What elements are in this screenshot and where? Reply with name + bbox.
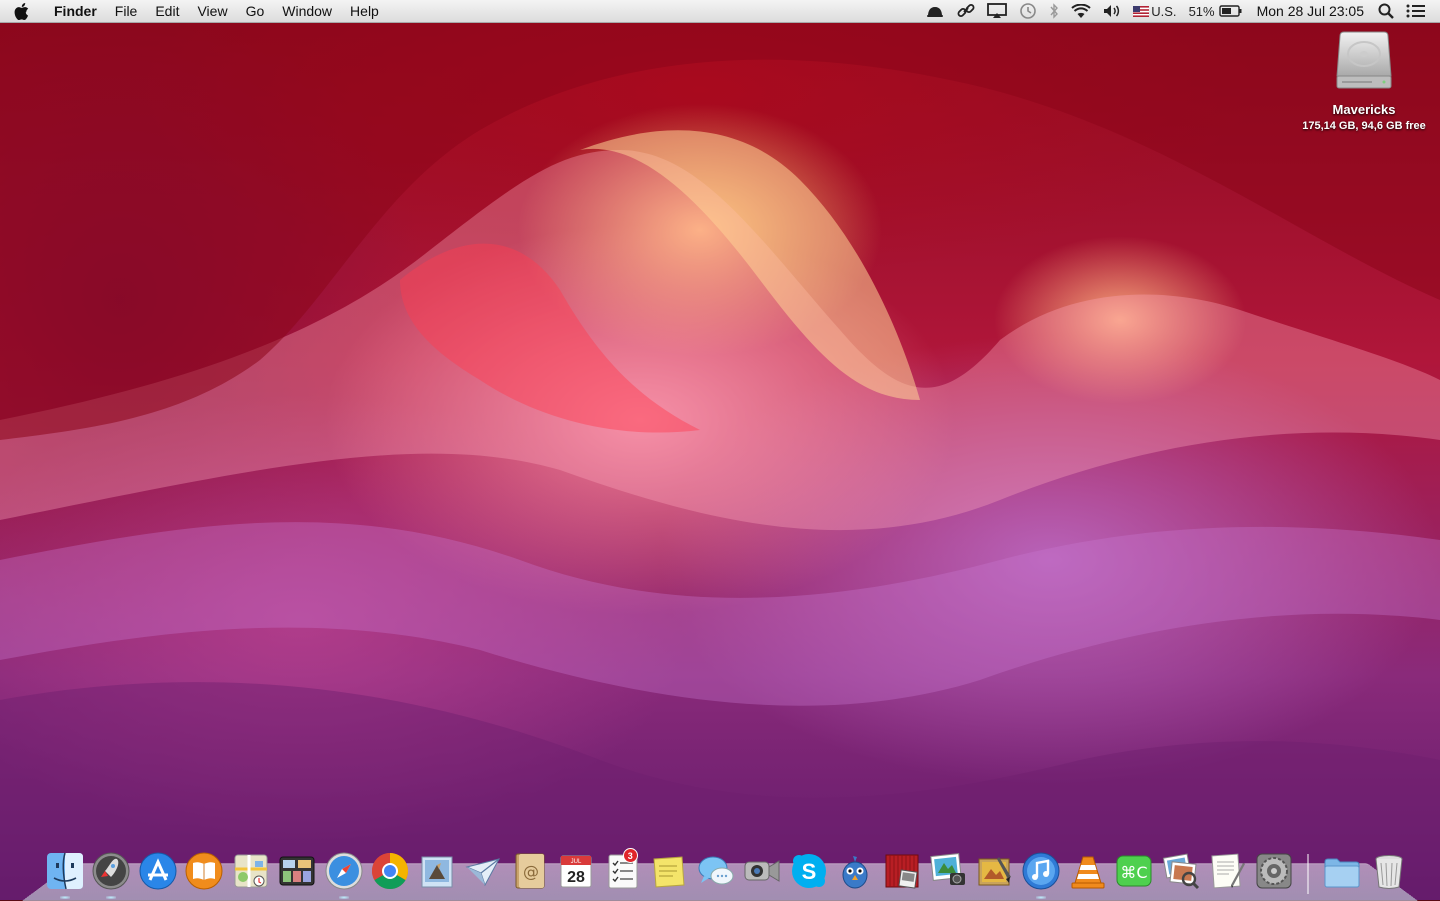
airplay-icon[interactable]: [987, 3, 1008, 19]
menu-file[interactable]: File: [106, 0, 147, 22]
menu-view[interactable]: View: [188, 0, 236, 22]
finder-icon: [46, 852, 83, 890]
trash-icon: [1375, 855, 1403, 889]
dock-photo-booth[interactable]: [879, 848, 925, 894]
drive-name: Mavericks: [1332, 102, 1396, 117]
link-status-icon[interactable]: [957, 3, 975, 19]
us-flag-icon: [1133, 5, 1150, 17]
dock-documents-folder[interactable]: [1319, 848, 1365, 894]
desktop-wallpaper: [0, 0, 1440, 900]
dock-launchpad[interactable]: [88, 848, 134, 899]
svg-text:@: @: [523, 862, 539, 881]
folder-icon: [1324, 858, 1360, 888]
notification-center-icon[interactable]: [1406, 4, 1426, 18]
input-source-label: U.S.: [1151, 3, 1177, 19]
stickies-icon: [653, 856, 685, 888]
dock-itunes[interactable]: [1018, 848, 1064, 899]
calendar-icon: JUL 28: [560, 855, 592, 888]
dock-chrome[interactable]: [367, 848, 413, 894]
iphoto-icon: [930, 853, 966, 885]
menu-window[interactable]: Window: [273, 0, 341, 22]
dock-skype[interactable]: S: [786, 848, 832, 894]
svg-text:⌘C: ⌘C: [1121, 863, 1148, 882]
running-indicator: [59, 896, 70, 899]
app-store-icon: [139, 852, 177, 890]
chrome-icon: [372, 853, 409, 890]
dock-safari[interactable]: [321, 848, 367, 899]
itunes-icon: [1022, 852, 1060, 890]
dock-calendar[interactable]: JUL 28: [553, 848, 599, 894]
dock-mission-control[interactable]: [274, 848, 320, 894]
maps-icon: [234, 854, 268, 888]
spotlight-search-icon[interactable]: [1378, 3, 1394, 19]
dock-iphoto[interactable]: [925, 848, 971, 894]
running-indicator: [106, 896, 117, 899]
input-source-menu[interactable]: U.S.: [1133, 3, 1177, 19]
safari-icon: [325, 852, 363, 890]
vlc-icon: [1071, 856, 1105, 889]
skype-icon: S: [791, 854, 826, 888]
photo-booth-icon: [885, 854, 919, 889]
facetime-icon: [744, 860, 780, 882]
dock-maps[interactable]: [228, 848, 274, 894]
dock-cheatsheet[interactable]: ⌘C: [1111, 848, 1157, 894]
drive-capacity: 175,14 GB, 94,6 GB free: [1302, 120, 1426, 132]
battery-icon: [1218, 5, 1242, 17]
dock-system-preferences[interactable]: [1251, 848, 1297, 894]
bluetooth-icon[interactable]: [1049, 3, 1059, 19]
menu-clock[interactable]: Mon 28 Jul 23:05: [1257, 3, 1364, 19]
menu-go[interactable]: Go: [237, 0, 274, 22]
contacts-icon: @: [515, 853, 545, 889]
system-preferences-icon: [1256, 853, 1292, 889]
reminders-badge: 3: [622, 848, 638, 863]
textedit-icon: [1211, 853, 1246, 889]
dock-separator: [1307, 854, 1310, 894]
messages-icon: [698, 856, 734, 885]
desktop-drive[interactable]: Mavericks 175,14 GB, 94,6 GB free: [1296, 30, 1432, 132]
menu-edit[interactable]: Edit: [146, 0, 188, 22]
notification-status-icon[interactable]: [925, 4, 945, 18]
calendar-month-label: JUL: [571, 859, 582, 865]
time-machine-icon[interactable]: [1019, 2, 1037, 20]
dock-tweetbot[interactable]: [832, 848, 878, 894]
dock: @ JUL 28 3 S ⌘C: [42, 842, 1412, 899]
dock-preview[interactable]: [1158, 848, 1204, 894]
dock-ibooks[interactable]: [181, 848, 227, 894]
battery-percent: 51%: [1188, 3, 1215, 19]
mission-control-icon: [279, 856, 315, 886]
mail-icon: [421, 856, 453, 888]
dock-sparrow[interactable]: [460, 848, 506, 894]
hard-drive-icon: [1334, 30, 1394, 92]
tweetbot-icon: [842, 856, 868, 889]
dock-mail[interactable]: [414, 848, 460, 894]
sparrow-icon: [465, 858, 501, 887]
dock-trash[interactable]: [1366, 848, 1412, 894]
menu-help[interactable]: Help: [341, 0, 388, 22]
dock-textedit[interactable]: [1204, 848, 1250, 894]
launchpad-icon: [92, 852, 130, 890]
preview-icon: [1162, 853, 1199, 890]
image-capture-icon: [978, 857, 1011, 886]
dock-messages[interactable]: [693, 848, 739, 894]
dock-facetime[interactable]: [739, 848, 785, 894]
calendar-day-label: 28: [567, 869, 585, 886]
volume-icon[interactable]: [1103, 4, 1121, 18]
running-indicator: [1036, 896, 1047, 899]
dock-vlc[interactable]: [1065, 848, 1111, 894]
battery-menu[interactable]: 51%: [1189, 4, 1243, 19]
ibooks-icon: [185, 852, 223, 890]
dock-contacts[interactable]: @: [507, 848, 553, 894]
dock-reminders[interactable]: 3: [600, 848, 646, 894]
apple-menu-icon[interactable]: [0, 2, 42, 20]
running-indicator: [338, 896, 349, 899]
dock-finder[interactable]: [42, 848, 88, 899]
cheatsheet-icon: ⌘C: [1116, 855, 1152, 887]
menu-app-finder[interactable]: Finder: [42, 0, 106, 22]
svg-text:S: S: [801, 859, 816, 884]
wifi-icon[interactable]: [1071, 3, 1091, 19]
dock-image-capture[interactable]: [972, 848, 1018, 894]
dock-app-store[interactable]: [135, 848, 181, 894]
menu-bar: Finder File Edit View Go Window Help U.S…: [0, 0, 1440, 23]
dock-stickies[interactable]: [646, 848, 692, 894]
